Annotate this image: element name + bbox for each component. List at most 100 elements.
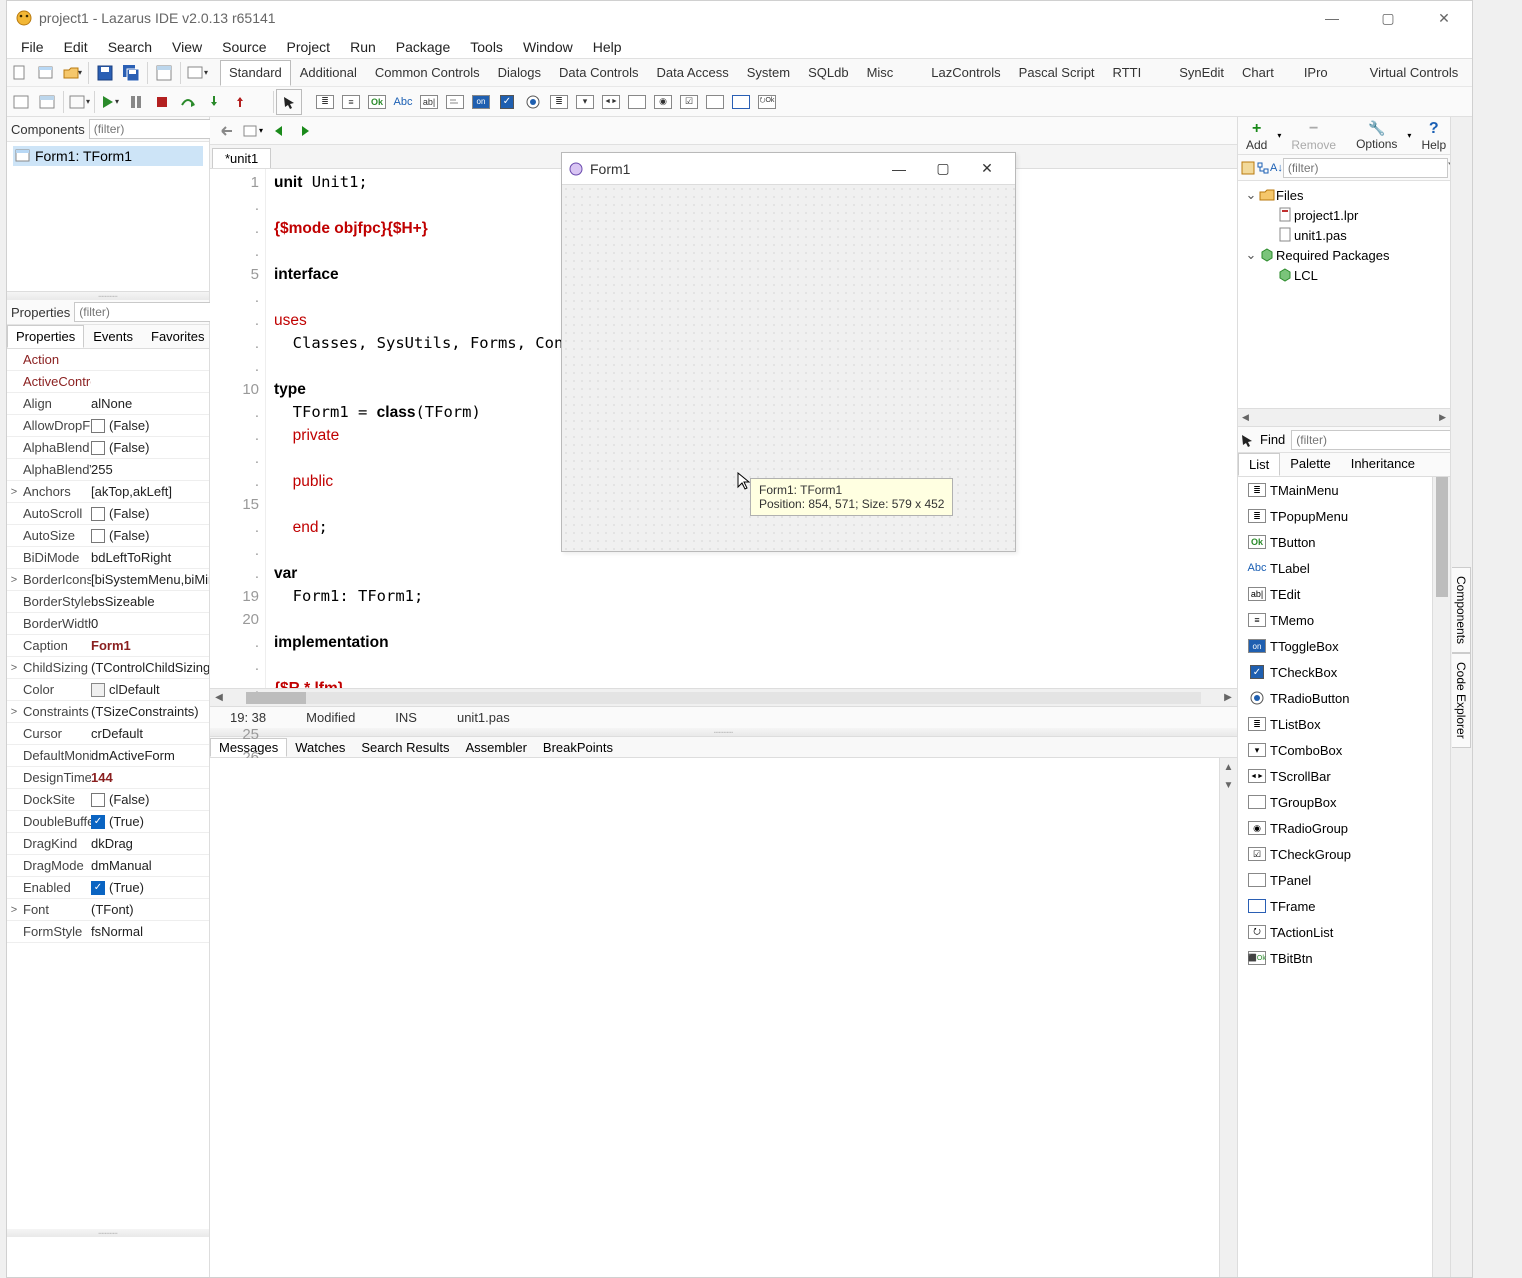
- property-value[interactable]: 144: [91, 770, 209, 785]
- component-tactionlist[interactable]: ⭮Ok: [754, 89, 780, 115]
- palette-tab-system[interactable]: System: [738, 60, 799, 86]
- component-tbutton[interactable]: Ok: [364, 89, 390, 115]
- property-value[interactable]: ✓(True): [91, 814, 209, 829]
- menu-package[interactable]: Package: [386, 38, 460, 56]
- property-value[interactable]: bsSizeable: [91, 594, 209, 609]
- project-hscrollbar[interactable]: ◀▶: [1238, 409, 1450, 427]
- component-tpopupmenu[interactable]: ≡: [338, 89, 364, 115]
- step-out-button[interactable]: [227, 89, 253, 115]
- menu-view[interactable]: View: [162, 38, 212, 56]
- palette-tab-pascalscript[interactable]: Pascal Script: [1010, 60, 1104, 86]
- form-designer-close[interactable]: ✕: [965, 155, 1009, 183]
- property-row[interactable]: BiDiMode bdLeftToRight: [7, 547, 209, 569]
- stop-button[interactable]: [149, 89, 175, 115]
- save-all-button[interactable]: [118, 60, 144, 86]
- messages-panel[interactable]: ▲▼: [210, 758, 1237, 1277]
- property-value[interactable]: (TSizeConstraints): [91, 704, 209, 719]
- project-tree-node[interactable]: ⌄ Files: [1244, 185, 1444, 205]
- palette-tab-misc[interactable]: Misc: [858, 60, 903, 86]
- property-value[interactable]: ✓(True): [91, 880, 209, 895]
- component-tmemo[interactable]: [442, 89, 468, 115]
- property-value[interactable]: (False): [91, 506, 209, 521]
- scroll-thumb[interactable]: [246, 692, 306, 704]
- palette-tab-common[interactable]: Common Controls: [366, 60, 489, 86]
- property-value[interactable]: dmActiveForm: [91, 748, 209, 763]
- palette-item[interactable]: ⬛Ok TBitBtn: [1238, 945, 1450, 971]
- property-value[interactable]: (False): [91, 440, 209, 455]
- menu-source[interactable]: Source: [212, 38, 276, 56]
- property-value[interactable]: fsNormal: [91, 924, 209, 939]
- component-tlabel[interactable]: Abc: [390, 89, 416, 115]
- property-value[interactable]: Form1: [91, 638, 209, 653]
- open-button[interactable]: ▾: [59, 60, 85, 86]
- project-tree-mode-icon[interactable]: [1256, 157, 1270, 179]
- run-button[interactable]: ▾: [97, 89, 123, 115]
- menu-window[interactable]: Window: [513, 38, 583, 56]
- component-tedit[interactable]: ab|: [416, 89, 442, 115]
- project-help-button[interactable]: ?Help: [1417, 120, 1450, 152]
- property-row[interactable]: DockSite (False): [7, 789, 209, 811]
- mode-dropdown[interactable]: ▾: [184, 60, 210, 86]
- splitter-editor-messages[interactable]: ┄┄┄┄: [210, 728, 1237, 736]
- tab-assembler[interactable]: Assembler: [458, 739, 535, 756]
- form-designer-window[interactable]: Form1 — ▢ ✕ Form1: TForm1 Position: 854,…: [561, 152, 1016, 552]
- property-row[interactable]: DesignTimePPI 144: [7, 767, 209, 789]
- property-value[interactable]: [biSystemMenu,biMinimize,biMaximize]: [91, 572, 209, 587]
- menu-project[interactable]: Project: [277, 38, 341, 56]
- palette-tab-synedit[interactable]: SynEdit: [1170, 60, 1233, 86]
- palette-tab-sqldb[interactable]: SQLdb: [799, 60, 857, 86]
- property-row[interactable]: ActiveControl: [7, 371, 209, 393]
- side-tab-code-explorer[interactable]: Code Explorer: [1452, 653, 1471, 748]
- tree-item-form1[interactable]: Form1: TForm1: [35, 148, 132, 164]
- messages-vscrollbar[interactable]: ▲▼: [1219, 758, 1237, 1277]
- palette-find-input[interactable]: [1291, 430, 1456, 450]
- property-row[interactable]: AllowDropFiles (False): [7, 415, 209, 437]
- splitter-properties-bottom[interactable]: ┄┄┄┄: [7, 1229, 209, 1237]
- property-value[interactable]: clDefault: [91, 682, 209, 697]
- component-tcheckgroup[interactable]: ☑: [676, 89, 702, 115]
- property-row[interactable]: FormStyle fsNormal: [7, 921, 209, 943]
- splitter-components-properties[interactable]: ┄┄┄┄: [7, 292, 209, 300]
- menu-edit[interactable]: Edit: [54, 38, 98, 56]
- project-tree-node[interactable]: unit1.pas: [1244, 225, 1444, 245]
- component-tradiogroup[interactable]: ◉: [650, 89, 676, 115]
- menu-tools[interactable]: Tools: [460, 38, 513, 56]
- palette-item[interactable]: on TToggleBox: [1238, 633, 1450, 659]
- property-row[interactable]: > Font (TFont): [7, 899, 209, 921]
- project-remove-button[interactable]: −Remove: [1287, 120, 1340, 152]
- palette-tab-lazcontrols[interactable]: LazControls: [922, 60, 1009, 86]
- palette-item[interactable]: ≣ TPopupMenu: [1238, 503, 1450, 529]
- palette-item[interactable]: ≡ TMemo: [1238, 607, 1450, 633]
- menu-run[interactable]: Run: [340, 38, 386, 56]
- palette-item[interactable]: TPanel: [1238, 867, 1450, 893]
- project-tree[interactable]: ⌄ Files project1.lpr unit1.pas ⌄ Require…: [1238, 181, 1450, 409]
- palette-item[interactable]: TFrame: [1238, 893, 1450, 919]
- project-tree-node[interactable]: ⌄ Required Packages: [1244, 245, 1444, 265]
- property-row[interactable]: AutoSize (False): [7, 525, 209, 547]
- palette-tab-rtti[interactable]: RTTI: [1104, 60, 1151, 86]
- property-row[interactable]: DoubleBuffered ✓(True): [7, 811, 209, 833]
- palette-tab-inheritance[interactable]: Inheritance: [1341, 453, 1425, 476]
- palette-item[interactable]: ab| TEdit: [1238, 581, 1450, 607]
- property-row[interactable]: Action: [7, 349, 209, 371]
- palette-item[interactable]: Ok TButton: [1238, 529, 1450, 555]
- palette-tab-additional[interactable]: Additional: [291, 60, 366, 86]
- new-form-button[interactable]: [33, 60, 59, 86]
- palette-tab-standard[interactable]: Standard: [220, 60, 291, 86]
- palette-item[interactable]: ≣ TMainMenu: [1238, 477, 1450, 503]
- property-row[interactable]: BorderWidth 0: [7, 613, 209, 635]
- property-value[interactable]: crDefault: [91, 726, 209, 741]
- property-row[interactable]: DragMode dmManual: [7, 855, 209, 877]
- new-unit-button[interactable]: [7, 60, 33, 86]
- palette-item[interactable]: ≣ TListBox: [1238, 711, 1450, 737]
- property-row[interactable]: > Anchors [akTop,akLeft]: [7, 481, 209, 503]
- property-value[interactable]: (TFont): [91, 902, 209, 917]
- palette-vscrollbar[interactable]: [1432, 477, 1450, 1277]
- property-value[interactable]: (False): [91, 528, 209, 543]
- nav-back-button[interactable]: [266, 119, 292, 143]
- build-mode-dropdown[interactable]: ▾: [66, 89, 92, 115]
- project-options-button[interactable]: 🔧Options: [1352, 120, 1401, 151]
- property-row[interactable]: AlphaBlend (False): [7, 437, 209, 459]
- property-value[interactable]: bdLeftToRight: [91, 550, 209, 565]
- components-tree[interactable]: Form1: TForm1: [7, 142, 209, 292]
